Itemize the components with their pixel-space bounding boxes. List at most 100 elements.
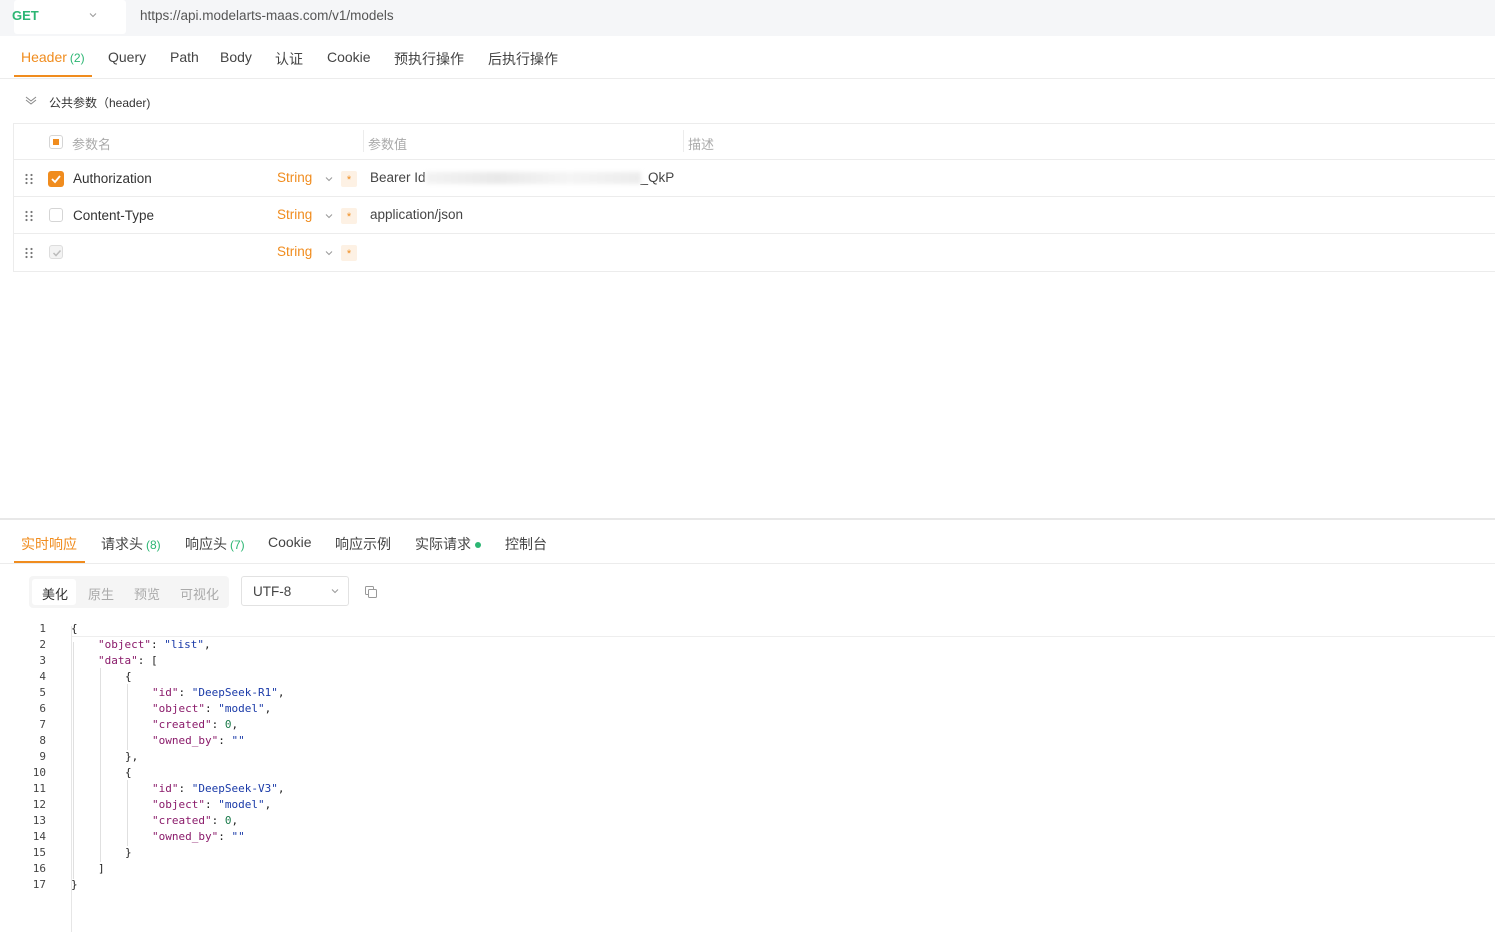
tab-pre-script[interactable]: 预执行操作	[394, 49, 464, 69]
public-params-title: 公共参数（header)	[49, 96, 151, 110]
code-line: "data": [	[98, 654, 158, 667]
json-key: "created"	[152, 718, 212, 731]
col-divider	[363, 130, 364, 152]
param-type-select[interactable]: String	[277, 207, 312, 222]
line-number: 3	[39, 654, 46, 667]
tab-post-script[interactable]: 后执行操作	[488, 49, 558, 69]
row-divider	[13, 159, 1495, 160]
json-key: "id"	[152, 782, 179, 795]
format-visualize[interactable]: 可视化	[180, 584, 219, 603]
tab-header-count: (2)	[69, 51, 85, 65]
json-key: "owned_by"	[152, 830, 219, 843]
tab-response-example[interactable]: 响应示例	[335, 534, 391, 554]
json-key: "created"	[152, 814, 212, 827]
line-number: 16	[32, 862, 46, 875]
panel-resize-divider[interactable]	[0, 518, 1495, 520]
collapse-icon[interactable]	[25, 95, 37, 105]
param-name[interactable]: Authorization	[73, 171, 152, 186]
row-checkbox[interactable]	[49, 208, 63, 222]
code-line: "owned_by": ""	[152, 734, 245, 747]
tab-cookie[interactable]: Cookie	[327, 49, 371, 65]
json-key: "id"	[152, 686, 179, 699]
json-key: "object"	[98, 638, 151, 651]
line-number: 7	[39, 718, 46, 731]
code-line: {	[125, 766, 132, 779]
code-line: },	[125, 750, 139, 763]
json-value: 0	[224, 718, 232, 731]
row-checkbox[interactable]	[49, 245, 63, 259]
col-header-desc: 描述	[688, 137, 715, 152]
tab-response-headers[interactable]: 响应头 (7)	[185, 534, 245, 554]
param-value-text: Bearer Id	[370, 170, 426, 185]
code-line: "created": 0,	[152, 814, 239, 827]
param-value[interactable]: Bearer Id _QkP	[370, 170, 674, 185]
redacted-token	[425, 172, 641, 185]
code-line: "created": 0,	[152, 718, 239, 731]
drag-handle-icon[interactable]	[24, 210, 34, 222]
chevron-down-icon	[89, 13, 97, 18]
json-key: "owned_by"	[152, 734, 219, 747]
line-number: 8	[39, 734, 46, 747]
code-line: "object": "list",	[98, 638, 211, 651]
tab-query[interactable]: Query	[108, 49, 146, 65]
line-number: 6	[39, 702, 46, 715]
code-line: "owned_by": ""	[152, 830, 245, 843]
indent-guide	[127, 780, 128, 846]
chevron-down-icon[interactable]	[324, 174, 334, 184]
tab-realtime-response[interactable]: 实时响应	[21, 534, 77, 554]
json-value: ""	[231, 830, 245, 843]
param-table	[13, 123, 1495, 272]
line-number: 12	[32, 798, 46, 811]
format-pretty[interactable]: 美化	[42, 584, 68, 603]
current-line-highlight	[72, 620, 1495, 637]
code-line: ]	[98, 862, 105, 875]
tab-body[interactable]: Body	[220, 49, 252, 65]
col-divider	[683, 130, 684, 152]
tab-path[interactable]: Path	[170, 49, 199, 65]
required-toggle[interactable]: *	[341, 208, 357, 224]
tab-console[interactable]: 控制台	[505, 534, 547, 554]
active-tab-indicator	[14, 75, 92, 77]
param-type-select[interactable]: String	[277, 244, 312, 259]
drag-handle-icon[interactable]	[24, 173, 34, 185]
code-line: }	[125, 846, 132, 859]
drag-handle-icon[interactable]	[24, 247, 34, 259]
tab-auth[interactable]: 认证	[275, 49, 303, 69]
line-number: 5	[39, 686, 46, 699]
indent-guide	[73, 642, 74, 879]
param-name[interactable]: Content-Type	[73, 208, 154, 223]
json-value: "model"	[218, 702, 265, 715]
url-input[interactable]: https://api.modelarts-maas.com/v1/models	[140, 8, 394, 23]
format-raw[interactable]: 原生	[88, 584, 114, 603]
tab-request-headers[interactable]: 请求头 (8)	[101, 534, 161, 554]
row-checkbox[interactable]	[48, 171, 64, 187]
param-value[interactable]: application/json	[370, 207, 463, 222]
param-value-tail: _QkP	[640, 170, 675, 185]
select-all-checkbox[interactable]	[49, 135, 63, 149]
json-bracket: [	[151, 654, 158, 667]
check-icon	[51, 175, 61, 184]
indent-guide	[127, 684, 128, 750]
line-number: 4	[39, 670, 46, 683]
line-number: 13	[32, 814, 46, 827]
chevron-down-icon[interactable]	[324, 211, 334, 221]
encoding-label: UTF-8	[253, 584, 292, 599]
line-number: 15	[32, 846, 46, 859]
tab-response-cookie[interactable]: Cookie	[268, 534, 312, 550]
required-toggle[interactable]: *	[341, 171, 357, 187]
divider	[0, 563, 1495, 564]
tab-label: 实际请求	[415, 536, 471, 552]
format-preview[interactable]: 预览	[134, 584, 160, 603]
code-line: "id": "DeepSeek-V3",	[152, 782, 285, 795]
json-value: 0	[224, 814, 232, 827]
tab-actual-request[interactable]: 实际请求	[415, 534, 481, 554]
copy-icon[interactable]	[364, 585, 378, 599]
param-type-select[interactable]: String	[277, 170, 312, 185]
code-line: "object": "model",	[152, 702, 272, 715]
json-value: ""	[231, 734, 245, 747]
tab-label: 请求头	[101, 536, 143, 552]
json-value: "list"	[164, 638, 204, 651]
chevron-down-icon[interactable]	[324, 248, 334, 258]
tab-header[interactable]: Header (2)	[21, 49, 85, 65]
required-toggle[interactable]: *	[341, 245, 357, 261]
